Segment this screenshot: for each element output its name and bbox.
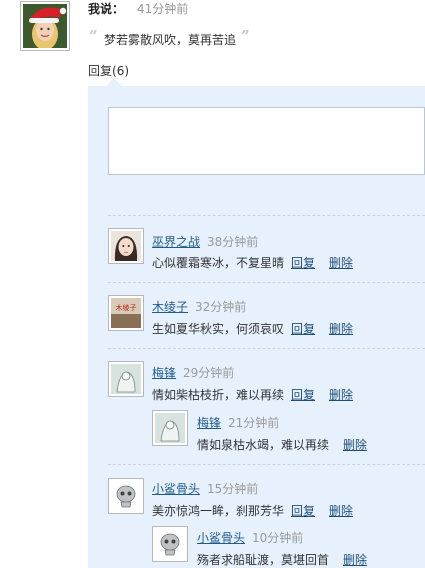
open-quote-icon: “ (89, 27, 98, 45)
post-time: 41分钟前 (137, 2, 189, 16)
nested-text: 情如泉枯水竭，难以再续 (197, 438, 330, 452)
sketch-avatar-image (155, 413, 185, 443)
divider (108, 282, 425, 283)
comment-author-link[interactable]: 小鲨骨头 (152, 480, 200, 497)
reply-link[interactable]: 回复 (291, 502, 315, 519)
close-quote-icon: ” (241, 27, 250, 45)
skull-avatar-image (155, 529, 185, 559)
text-logo-avatar-image: 木绫子 (111, 298, 141, 328)
comment-author-link[interactable]: 梅锋 (152, 364, 176, 381)
comment-time: 15分钟前 (207, 482, 259, 496)
comment-time: 38分钟前 (207, 235, 259, 249)
divider (108, 215, 425, 216)
comment-text: 生如夏华秋实，何须哀叹 (152, 322, 285, 336)
comment-avatar[interactable] (108, 228, 144, 264)
comment-author-link[interactable]: 巫界之战 (152, 233, 200, 250)
user-avatar[interactable] (20, 1, 70, 51)
reply-link[interactable]: 回复 (291, 320, 315, 337)
comment-avatar[interactable]: 木绫子 (108, 295, 144, 331)
comment-author-link[interactable]: 木绫子 (152, 298, 188, 315)
reply-toggle[interactable]: 回复(6) (88, 62, 129, 79)
delete-link[interactable]: 删除 (329, 502, 353, 519)
delete-link[interactable]: 删除 (329, 254, 353, 271)
reply-link[interactable]: 回复 (291, 254, 315, 271)
skull-avatar-image (111, 481, 141, 511)
divider (108, 348, 425, 349)
reply-input[interactable] (108, 107, 425, 175)
nested-avatar[interactable] (152, 526, 188, 562)
comment-text: 情如柴枯枝折，难以再续 (152, 388, 285, 402)
comment-text: 心似覆霜寒冰，不复星晴 (152, 256, 285, 270)
comment-avatar[interactable] (108, 361, 144, 397)
delete-link[interactable]: 删除 (343, 551, 367, 568)
delete-link[interactable]: 删除 (329, 320, 353, 337)
comment-time: 29分钟前 (183, 366, 235, 380)
comment-time: 32分钟前 (195, 300, 247, 314)
reply-count: (6) (112, 64, 130, 78)
reply-toggle-label: 回复 (88, 64, 113, 78)
post-content: 梦若雾散风吹，莫再苦追 (104, 33, 237, 47)
delete-link[interactable]: 删除 (343, 436, 367, 453)
nested-author-link[interactable]: 小鲨骨头 (197, 529, 245, 546)
avatar-logo-text: 木绫子 (116, 303, 137, 312)
sketch-avatar-image (111, 364, 141, 394)
post-author-label: 我说： (88, 2, 125, 16)
girl-avatar-image (111, 231, 141, 261)
comment-avatar[interactable] (108, 478, 144, 514)
reply-link[interactable]: 回复 (291, 386, 315, 403)
divider (108, 464, 425, 465)
comment-text: 美亦惊鸿一眸，刹那芳华 (152, 504, 285, 518)
santa-hat-avatar-image (23, 4, 67, 48)
nested-time: 21分钟前 (228, 416, 280, 430)
delete-link[interactable]: 删除 (329, 386, 353, 403)
nested-avatar[interactable] (152, 410, 188, 446)
nested-text: 殇者求船耻渡，莫堪回首 (197, 553, 330, 567)
nested-time: 10分钟前 (252, 531, 304, 545)
nested-author-link[interactable]: 梅锋 (197, 414, 221, 431)
